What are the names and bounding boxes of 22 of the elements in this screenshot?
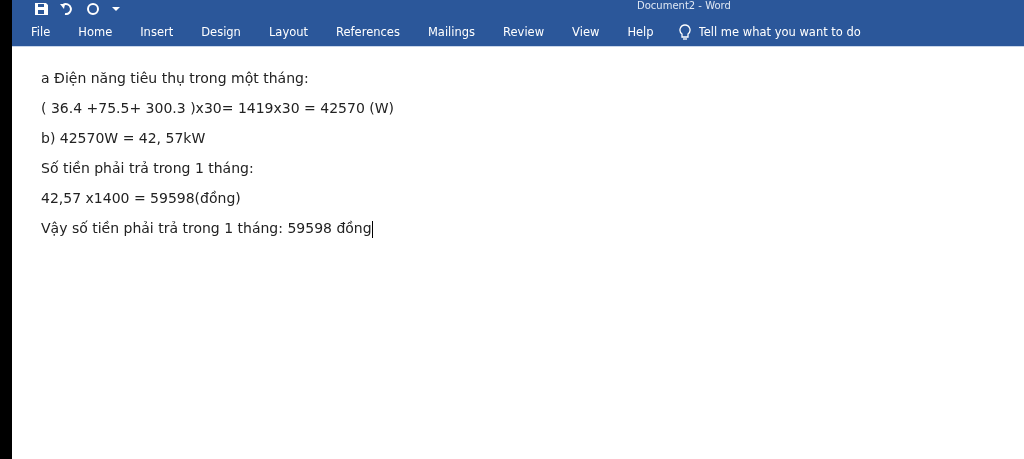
document-paragraph: ( 36.4 +75.5+ 300.3 )x30= 1419x30 = 42570 (W)	[41, 99, 395, 118]
ribbon-tab[interactable]: Home	[67, 21, 124, 43]
ribbon-tab[interactable]: Insert	[129, 21, 185, 43]
save-icon[interactable]	[34, 3, 48, 15]
lightbulb-icon	[678, 24, 691, 40]
ribbon-tab[interactable]: Help	[616, 21, 665, 43]
ribbon-tab[interactable]: Review	[492, 21, 556, 43]
document-paragraph: a Điện năng tiêu thụ trong một tháng:	[41, 69, 310, 88]
undo-icon[interactable]	[60, 3, 74, 15]
tell-me-field[interactable]: Tell me what you want to do	[678, 24, 899, 40]
ribbon-tab[interactable]: File	[20, 21, 62, 43]
document-paragraph: Số tiền phải trả trong 1 tháng:	[41, 159, 255, 178]
caret-icon[interactable]	[112, 6, 120, 12]
document-paragraph: Vậy số tiền phải trả trong 1 tháng: 59598 đồng	[41, 219, 374, 240]
ribbon-tab[interactable]: View	[561, 21, 611, 43]
ribbon-tab[interactable]: References	[325, 21, 411, 43]
document-paragraph: 42,57 x1400 = 59598(đồng)	[41, 189, 242, 208]
ribbon-tab[interactable]: Mailings	[416, 21, 487, 43]
window-title: Document2 - Word	[637, 0, 731, 11]
ribbon-tab[interactable]: Layout	[257, 21, 319, 43]
ribbon-tab[interactable]: Design	[190, 21, 252, 43]
document-paragraph: b) 42570W = 42, 57kW	[41, 129, 207, 148]
